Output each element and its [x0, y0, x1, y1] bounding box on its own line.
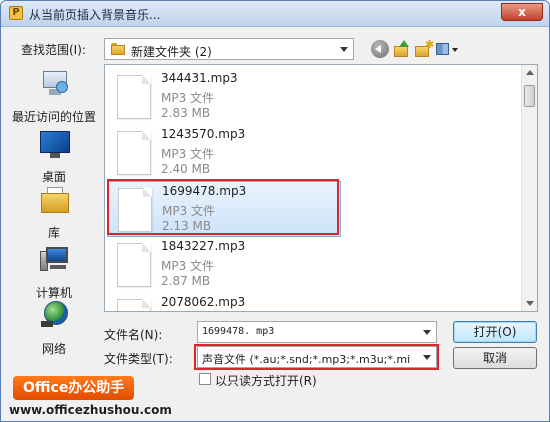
desktop-icon [40, 131, 70, 159]
file-item-selected[interactable]: 1699478.mp3 MP3 文件 2.13 MB [107, 181, 341, 237]
file-item[interactable]: 344431.mp3 MP3 文件 2.83 MB [107, 69, 341, 125]
lookin-dropdown[interactable]: 新建文件夹 (2) [104, 38, 354, 60]
chevron-down-icon[interactable] [423, 330, 431, 335]
folder-icon [111, 43, 125, 55]
place-computer[interactable]: 计算机 [9, 245, 99, 301]
file-type: MP3 文件 [161, 147, 215, 161]
watermark-url: www.officezhushou.com [9, 403, 172, 417]
place-libraries[interactable]: 库 [9, 185, 99, 241]
title-bar: P 从当前页插入背景音乐... x [1, 1, 549, 27]
place-label: 网络 [41, 342, 66, 356]
audio-file-icon [117, 243, 151, 287]
new-folder-icon[interactable]: ✱ [415, 39, 434, 58]
place-label: 库 [47, 226, 60, 240]
vertical-scrollbar[interactable] [521, 65, 537, 311]
place-desktop[interactable]: 桌面 [9, 129, 99, 185]
libraries-icon [41, 185, 69, 213]
file-size: 2.40 MB [161, 162, 211, 176]
readonly-checkbox[interactable] [199, 373, 211, 385]
file-size: 2.83 MB [161, 106, 211, 120]
place-network[interactable]: 网络 [9, 301, 99, 357]
scroll-up-icon[interactable] [526, 70, 534, 75]
watermark-brand: Office办公助手 [13, 376, 135, 400]
cancel-button[interactable]: 取消 [453, 347, 537, 369]
chevron-down-icon[interactable] [423, 355, 431, 360]
window-title: 从当前页插入背景音乐... [29, 8, 161, 22]
filetype-label: 文件类型(T): [104, 352, 173, 366]
place-label: 最近访问的位置 [11, 110, 96, 124]
file-item[interactable]: 2078062.mp3 [107, 293, 341, 311]
recent-places-icon [41, 71, 69, 97]
place-label: 计算机 [35, 286, 72, 300]
file-item[interactable]: 1843227.mp3 MP3 文件 2.87 MB [107, 237, 341, 293]
filename-label: 文件名(N): [104, 328, 163, 342]
places-bar: 最近访问的位置 桌面 库 计算机 网络 [9, 69, 99, 365]
audio-file-icon [117, 131, 151, 175]
file-type: MP3 文件 [161, 259, 215, 273]
readonly-label: 以只读方式打开(R) [215, 374, 317, 388]
up-folder-icon[interactable] [393, 40, 411, 58]
file-type: MP3 文件 [161, 91, 215, 105]
file-type: MP3 文件 [162, 204, 216, 218]
computer-icon [40, 245, 70, 273]
filename-input[interactable]: 1699478. mp3 [197, 321, 437, 343]
file-dialog-window: P 从当前页插入背景音乐... x 查找范围(I): 新建文件夹 (2) ✱ 最… [0, 0, 550, 422]
audio-file-icon [117, 75, 151, 119]
file-name: 344431.mp3 [161, 71, 238, 85]
open-button[interactable]: 打开(O) [453, 321, 537, 343]
filetype-dropdown[interactable]: 声音文件 (*.au;*.snd;*.mp3;*.m3u;*.mi [197, 346, 437, 368]
audio-file-icon [118, 188, 152, 232]
file-name: 2078062.mp3 [161, 295, 246, 309]
file-size: 2.13 MB [162, 219, 212, 233]
file-list[interactable]: 344431.mp3 MP3 文件 2.83 MB 1243570.mp3 MP… [104, 64, 538, 312]
scroll-down-icon[interactable] [526, 301, 534, 306]
file-size: 2.87 MB [161, 274, 211, 288]
place-label: 桌面 [41, 170, 66, 184]
back-icon[interactable] [371, 40, 389, 58]
views-menu-icon[interactable] [435, 40, 461, 58]
filetype-value: 声音文件 (*.au;*.snd;*.mp3;*.m3u;*.mi [202, 353, 411, 366]
file-name: 1243570.mp3 [161, 127, 246, 141]
close-button[interactable]: x [501, 3, 543, 21]
audio-file-icon [117, 299, 151, 311]
scroll-thumb[interactable] [524, 85, 535, 107]
network-icon [41, 301, 69, 329]
lookin-value: 新建文件夹 (2) [131, 45, 212, 59]
filename-value: 1699478. mp3 [202, 326, 275, 337]
file-item[interactable]: 1243570.mp3 MP3 文件 2.40 MB [107, 125, 341, 181]
file-name: 1699478.mp3 [162, 184, 247, 198]
chevron-down-icon[interactable] [340, 47, 348, 52]
file-name: 1843227.mp3 [161, 239, 246, 253]
lookin-label: 查找范围(I): [21, 43, 86, 57]
app-icon: P [9, 6, 23, 20]
place-recent[interactable]: 最近访问的位置 [9, 69, 99, 125]
